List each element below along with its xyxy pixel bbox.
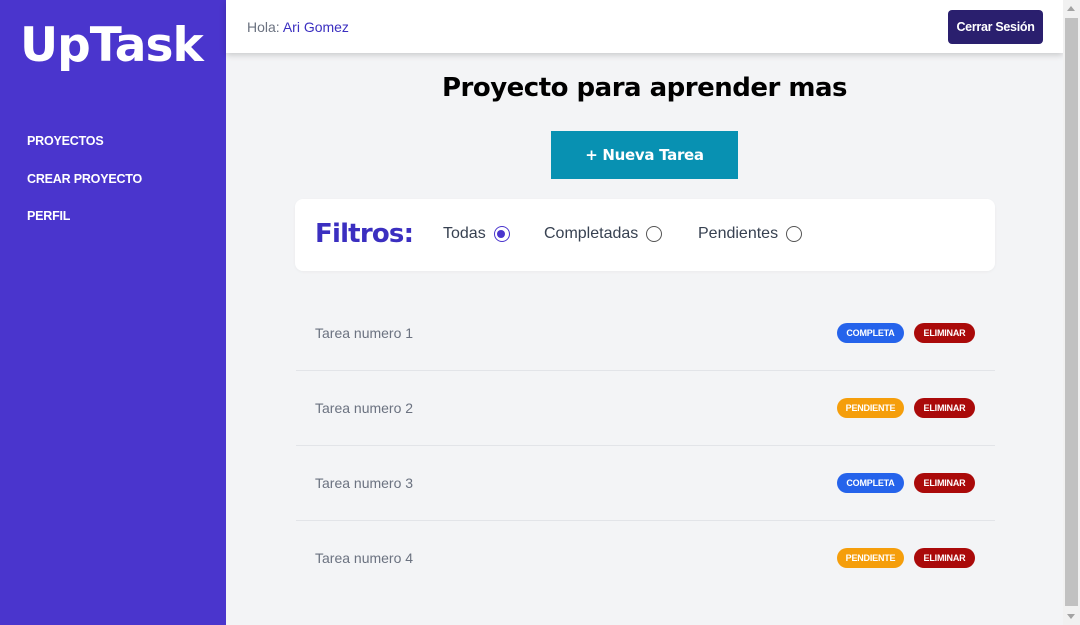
filter-completadas[interactable]: Completadas [544, 225, 663, 243]
logout-button[interactable]: Cerrar Sesión [948, 10, 1043, 44]
sidebar-item-proyectos[interactable]: PROYECTOS [27, 133, 142, 171]
page-title: Proyecto para aprender mas [441, 73, 848, 103]
scroll-thumb[interactable] [1065, 18, 1078, 606]
sidebar: UpTask PROYECTOS CREAR PROYECTO PERFIL [0, 0, 226, 625]
task-delete-button[interactable]: ELIMINAR [914, 473, 975, 493]
task-name: Tarea numero 3 [315, 475, 414, 491]
filter-pendientes[interactable]: Pendientes [698, 225, 803, 243]
filter-todas-label: Todas [443, 225, 486, 242]
user-name: Ari Gomez [282, 19, 349, 35]
filters-title: Filtros: [315, 219, 414, 249]
task-actions: PENDIENTE ELIMINAR [837, 548, 975, 568]
greeting-prefix: Hola: [247, 19, 283, 35]
new-task-button[interactable]: + Nueva Tarea [551, 131, 738, 179]
task-delete-button[interactable]: ELIMINAR [914, 548, 975, 568]
scroll-down-arrow-icon[interactable] [1067, 614, 1075, 619]
task-item: Tarea numero 2 PENDIENTE ELIMINAR [296, 371, 995, 446]
scroll-up-arrow-icon[interactable] [1067, 6, 1075, 11]
task-status-button[interactable]: PENDIENTE [837, 398, 904, 418]
task-actions: COMPLETA ELIMINAR [837, 473, 975, 493]
filter-completadas-label: Completadas [544, 225, 639, 242]
task-status-button[interactable]: PENDIENTE [837, 548, 904, 568]
task-delete-button[interactable]: ELIMINAR [914, 398, 975, 418]
task-name: Tarea numero 2 [315, 400, 414, 416]
task-name: Tarea numero 4 [315, 550, 414, 566]
sidebar-nav: PROYECTOS CREAR PROYECTO PERFIL [27, 133, 142, 246]
task-list: Tarea numero 1 COMPLETA ELIMINAR Tarea n… [296, 296, 995, 596]
filter-todas[interactable]: Todas [443, 225, 510, 243]
task-actions: PENDIENTE ELIMINAR [837, 398, 975, 418]
task-status-button[interactable]: COMPLETA [837, 323, 904, 343]
task-delete-button[interactable]: ELIMINAR [914, 323, 975, 343]
task-item: Tarea numero 1 COMPLETA ELIMINAR [296, 296, 995, 371]
task-item: Tarea numero 4 PENDIENTE ELIMINAR [296, 521, 995, 596]
task-actions: COMPLETA ELIMINAR [837, 323, 975, 343]
filter-pendientes-radio[interactable] [786, 226, 803, 242]
sidebar-item-perfil[interactable]: PERFIL [27, 208, 142, 246]
filter-todas-radio[interactable] [493, 226, 510, 242]
sidebar-item-crear-proyecto[interactable]: CREAR PROYECTO [27, 171, 142, 209]
vertical-scrollbar[interactable] [1063, 0, 1080, 625]
top-bar: Hola: Ari Gomez Cerrar Sesión [226, 0, 1063, 53]
task-status-button[interactable]: COMPLETA [837, 473, 904, 493]
task-item: Tarea numero 3 COMPLETA ELIMINAR [296, 446, 995, 521]
task-name: Tarea numero 1 [315, 325, 414, 341]
filter-pendientes-label: Pendientes [698, 225, 779, 242]
filters-panel: Filtros: Todas Completadas Pendientes [295, 199, 995, 271]
filter-completadas-radio[interactable] [646, 226, 663, 242]
app-logo[interactable]: UpTask [20, 18, 204, 73]
greeting: Hola: Ari Gomez [247, 19, 349, 35]
